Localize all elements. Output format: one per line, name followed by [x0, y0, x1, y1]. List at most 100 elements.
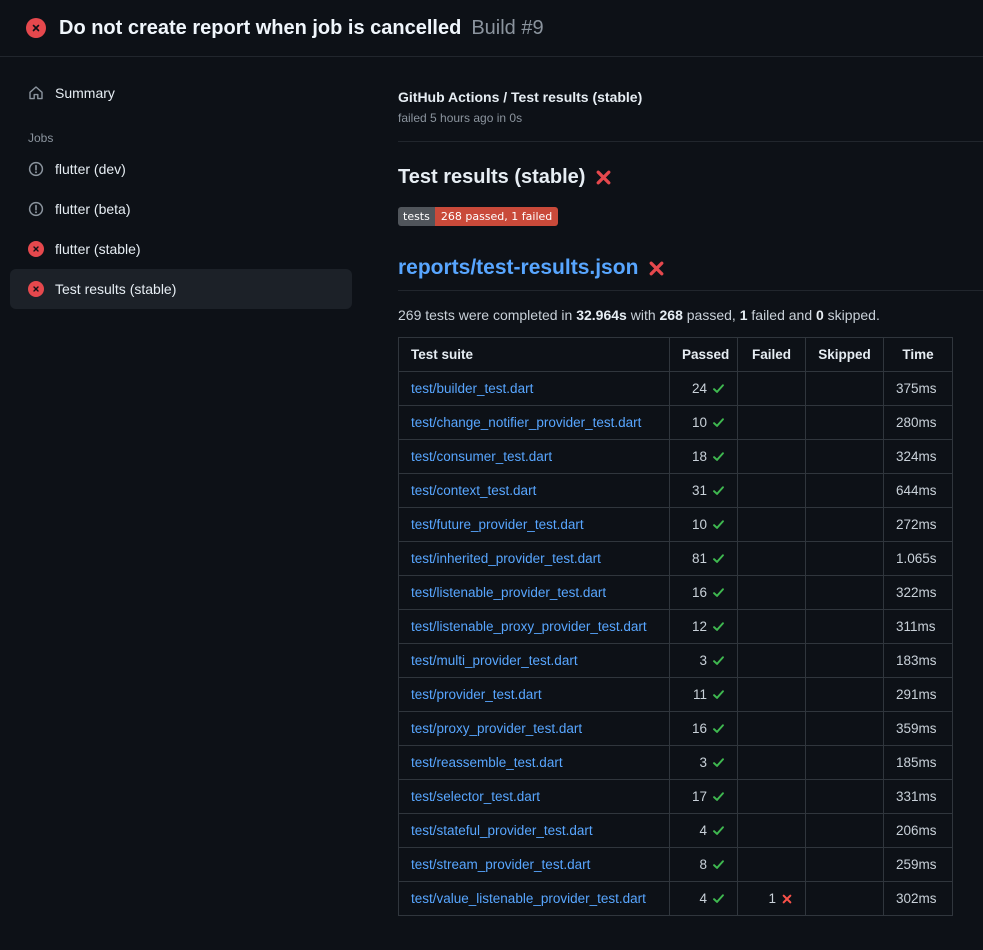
suite-link[interactable]: test/stream_provider_test.dart: [411, 857, 590, 872]
sidebar-item-flutter-stable[interactable]: flutter (stable): [10, 229, 352, 269]
suite-link[interactable]: test/multi_provider_test.dart: [411, 653, 578, 668]
table-row: test/value_listenable_provider_test.dart…: [399, 882, 953, 916]
divider: [398, 141, 983, 142]
check-icon: [712, 586, 725, 599]
suite-cell: test/stream_provider_test.dart: [399, 848, 670, 882]
skipped-cell: [806, 712, 884, 746]
suite-link[interactable]: test/context_test.dart: [411, 483, 536, 498]
suite-link[interactable]: test/change_notifier_provider_test.dart: [411, 415, 641, 430]
check-run-title: Do not create report when job is cancell…: [59, 17, 461, 40]
time-cell: 291ms: [884, 678, 953, 712]
table-row: test/change_notifier_provider_test.dart …: [399, 406, 953, 440]
suite-link[interactable]: test/inherited_provider_test.dart: [411, 551, 601, 566]
suite-link[interactable]: test/listenable_provider_test.dart: [411, 585, 606, 600]
passed-cell: 16: [670, 712, 738, 746]
failed-cell: [738, 848, 806, 882]
failed-x-circle-icon: [28, 281, 44, 297]
time-cell: 272ms: [884, 508, 953, 542]
table-row: test/proxy_provider_test.dart 16 359ms: [399, 712, 953, 746]
summary-text: passed,: [683, 307, 740, 323]
suite-link[interactable]: test/value_listenable_provider_test.dart: [411, 891, 646, 906]
sidebar-job-label: flutter (stable): [55, 241, 141, 257]
check-icon: [712, 416, 725, 429]
time-cell: 331ms: [884, 780, 953, 814]
passed-count: 17: [692, 789, 707, 804]
passed-count: 31: [692, 483, 707, 498]
passed-count: 8: [699, 857, 707, 872]
failed-cell: [738, 542, 806, 576]
failed-cell: [738, 406, 806, 440]
col-test-suite: Test suite: [399, 338, 670, 372]
failed-x-circle-icon: [28, 241, 44, 257]
suite-cell: test/selector_test.dart: [399, 780, 670, 814]
neutral-status-icon: [28, 201, 44, 217]
time-cell: 185ms: [884, 746, 953, 780]
time-cell: 302ms: [884, 882, 953, 916]
suite-cell: test/multi_provider_test.dart: [399, 644, 670, 678]
sidebar-item-test-results-stable[interactable]: Test results (stable): [10, 269, 352, 309]
sidebar-item-flutter-beta[interactable]: flutter (beta): [10, 189, 352, 229]
passed-count: 16: [692, 721, 707, 736]
suite-link[interactable]: test/consumer_test.dart: [411, 449, 552, 464]
time-cell: 359ms: [884, 712, 953, 746]
suite-cell: test/context_test.dart: [399, 474, 670, 508]
suite-cell: test/listenable_provider_test.dart: [399, 576, 670, 610]
table-row: test/builder_test.dart 24 375ms: [399, 372, 953, 406]
failed-cell: [738, 610, 806, 644]
check-icon: [712, 858, 725, 871]
tests-status-badge: tests 268 passed, 1 failed: [398, 207, 558, 226]
failed-cell: [738, 474, 806, 508]
failed-cell: [738, 440, 806, 474]
report-file-link[interactable]: reports/test-results.json: [398, 256, 638, 280]
failed-cell: [738, 780, 806, 814]
col-passed: Passed: [670, 338, 738, 372]
suite-link[interactable]: test/proxy_provider_test.dart: [411, 721, 582, 736]
time-cell: 183ms: [884, 644, 953, 678]
cross-mark-icon: [648, 260, 665, 277]
passed-count: 18: [692, 449, 707, 464]
passed-cell: 18: [670, 440, 738, 474]
sidebar-item-summary[interactable]: Summary: [10, 73, 352, 113]
suite-link[interactable]: test/builder_test.dart: [411, 381, 533, 396]
passed-cell: 10: [670, 508, 738, 542]
check-icon: [712, 892, 725, 905]
suite-link[interactable]: test/stateful_provider_test.dart: [411, 823, 593, 838]
suite-link[interactable]: test/future_provider_test.dart: [411, 517, 584, 532]
failed-count: 1: [768, 891, 776, 906]
check-icon: [712, 790, 725, 803]
suite-cell: test/inherited_provider_test.dart: [399, 542, 670, 576]
suite-link[interactable]: test/selector_test.dart: [411, 789, 540, 804]
passed-cell: 3: [670, 644, 738, 678]
failed-cell: [738, 576, 806, 610]
summary-line: 269 tests were completed in 32.964s with…: [398, 307, 952, 323]
skipped-cell: [806, 678, 884, 712]
skipped-cell: [806, 644, 884, 678]
breadcrumb: GitHub Actions / Test results (stable): [398, 89, 952, 105]
passed-cell: 31: [670, 474, 738, 508]
badge-label: tests: [398, 207, 435, 226]
passed-cell: 12: [670, 610, 738, 644]
skipped-cell: [806, 814, 884, 848]
passed-count: 10: [692, 517, 707, 532]
suite-cell: test/provider_test.dart: [399, 678, 670, 712]
summary-text: skipped.: [824, 307, 880, 323]
skipped-cell: [806, 780, 884, 814]
suite-link[interactable]: test/reassemble_test.dart: [411, 755, 563, 770]
check-icon: [712, 484, 725, 497]
col-skipped: Skipped: [806, 338, 884, 372]
failed-cell: 1: [738, 882, 806, 916]
sidebar-job-label: flutter (beta): [55, 201, 130, 217]
summary-text: failed and: [748, 307, 817, 323]
passed-cell: 8: [670, 848, 738, 882]
passed-cell: 4: [670, 814, 738, 848]
check-icon: [712, 824, 725, 837]
skipped-cell: [806, 372, 884, 406]
time-cell: 322ms: [884, 576, 953, 610]
badge-value: 268 passed, 1 failed: [435, 207, 558, 226]
table-row: test/stream_provider_test.dart 8 259ms: [399, 848, 953, 882]
suite-link[interactable]: test/listenable_proxy_provider_test.dart: [411, 619, 647, 634]
suite-link[interactable]: test/provider_test.dart: [411, 687, 542, 702]
passed-count: 12: [692, 619, 707, 634]
sidebar-item-flutter-dev[interactable]: flutter (dev): [10, 149, 352, 189]
table-row: test/future_provider_test.dart 10 272ms: [399, 508, 953, 542]
